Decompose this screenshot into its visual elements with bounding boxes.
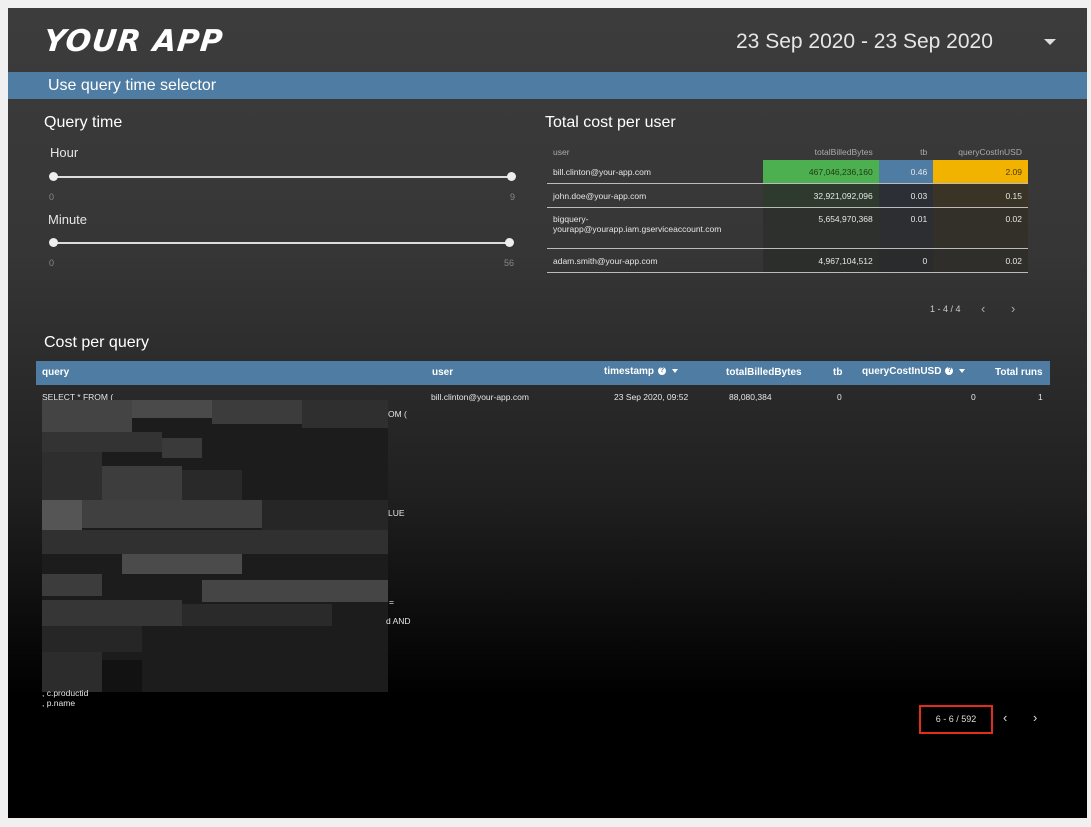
- redacted-query-block: [42, 400, 388, 692]
- minute-slider-min-handle[interactable]: [49, 238, 58, 247]
- dashboard-frame: YOUR APP 23 Sep 2020 - 23 Sep 2020 Use q…: [8, 8, 1087, 818]
- sort-desc-icon[interactable]: [959, 369, 966, 374]
- table-row[interactable]: adam.smith@your-app.com 4,967,104,512 0 …: [547, 248, 1028, 273]
- hour-slider-track[interactable]: [53, 176, 512, 178]
- cost-cell: 0: [971, 392, 976, 402]
- chevron-down-icon[interactable]: [1044, 39, 1056, 45]
- user-cell: bigquery- yourapp@yourapp.iam.gserviceac…: [547, 207, 763, 249]
- user-cell: bill.clinton@your-app.com: [547, 160, 763, 184]
- column-header-total-runs[interactable]: Total runs: [995, 367, 1043, 378]
- date-range-selector[interactable]: 23 Sep 2020 - 23 Sep 2020: [736, 30, 993, 54]
- minute-label: Minute: [48, 212, 88, 227]
- column-header-user[interactable]: user: [432, 367, 453, 378]
- cost-per-user-table: user totalBilledBytes tb queryCostInUSD …: [547, 144, 1028, 273]
- query-text-fragment: OM (: [388, 409, 407, 419]
- query-time-title: Query time: [44, 114, 123, 131]
- query-text-fragment: LUE: [388, 508, 405, 518]
- tb-cell: 0: [837, 392, 842, 402]
- cost-cell: 2.09: [933, 160, 1028, 184]
- column-header-query-cost[interactable]: queryCostInUSD: [933, 144, 1028, 160]
- bytes-cell: 4,967,104,512: [762, 248, 879, 273]
- cost-per-query-title: Cost per query: [44, 334, 149, 351]
- column-header-user[interactable]: user: [547, 144, 763, 160]
- tb-cell: 0: [878, 248, 934, 273]
- minute-slider-max-handle[interactable]: [505, 238, 514, 247]
- chevron-left-icon[interactable]: ‹: [981, 301, 985, 316]
- query-text-line: , c.productid: [42, 688, 89, 698]
- user-cell-line-2: yourapp@yourapp.iam.gserviceaccount.com: [553, 224, 722, 234]
- total-runs-cell: 1: [1038, 392, 1043, 402]
- cost-cell: 0.15: [933, 183, 1028, 208]
- tb-cell: 0.46: [878, 160, 934, 184]
- cost-cell: 0.02: [933, 248, 1028, 273]
- column-header-tb[interactable]: tb: [879, 144, 933, 160]
- bytes-cell: 467,046,236,160: [762, 160, 879, 184]
- hour-max-value: 9: [510, 192, 516, 202]
- hour-label: Hour: [50, 145, 79, 160]
- query-text-line: , p.name: [42, 698, 76, 708]
- column-header-tb[interactable]: tb: [833, 367, 842, 378]
- user-cell: john.doe@your-app.com: [547, 183, 763, 208]
- cost-cell: 0.02: [933, 207, 1028, 249]
- cost-per-query-header: query user timestamp? totalBilledBytes t…: [36, 361, 1050, 385]
- column-header-query-cost[interactable]: queryCostInUSD?: [862, 366, 966, 377]
- column-header-total-billed-bytes[interactable]: totalBilledBytes: [726, 367, 802, 378]
- table-row[interactable]: john.doe@your-app.com 32,921,092,096 0.0…: [547, 183, 1028, 208]
- user-cell: bill.clinton@your-app.com: [431, 392, 529, 402]
- info-icon[interactable]: ?: [945, 367, 954, 376]
- bytes-cell: 32,921,092,096: [762, 183, 879, 208]
- bytes-cell: 5,654,970,368: [762, 207, 879, 249]
- hour-slider-max-handle[interactable]: [507, 172, 516, 181]
- chevron-right-icon[interactable]: ›: [1033, 710, 1037, 725]
- cost-per-query-pager: 6 - 6 / 592: [919, 705, 993, 734]
- tb-cell: 0.03: [878, 183, 934, 208]
- column-header-query[interactable]: query: [42, 367, 69, 378]
- chevron-left-icon[interactable]: ‹: [1003, 710, 1007, 725]
- query-text-fragment: =: [389, 597, 394, 607]
- app-logo: YOUR APP: [42, 24, 226, 59]
- column-header-timestamp-label: timestamp: [604, 366, 655, 377]
- column-header-total-billed-bytes[interactable]: totalBilledBytes: [763, 144, 879, 160]
- column-header-timestamp[interactable]: timestamp?: [604, 366, 679, 377]
- query-text-fragment: d AND: [386, 616, 411, 626]
- hour-slider-min-handle[interactable]: [49, 172, 58, 181]
- table-row[interactable]: bill.clinton@your-app.com 467,046,236,16…: [547, 160, 1028, 184]
- timestamp-cell: 23 Sep 2020, 09:52: [614, 392, 689, 402]
- column-header-query-cost-label: queryCostInUSD: [862, 366, 942, 377]
- user-cell: adam.smith@your-app.com: [547, 248, 763, 273]
- minute-min-value: 0: [49, 258, 55, 268]
- user-cell-line-1: bigquery-: [553, 214, 589, 224]
- query-time-banner: Use query time selector: [8, 72, 1087, 99]
- hour-min-value: 0: [49, 192, 55, 202]
- cost-per-user-title: Total cost per user: [545, 114, 676, 131]
- banner-text: Use query time selector: [48, 77, 217, 94]
- chevron-right-icon[interactable]: ›: [1011, 301, 1015, 316]
- minute-max-value: 56: [504, 258, 515, 268]
- bytes-cell: 88,080,384: [729, 392, 772, 402]
- tb-cell: 0.01: [878, 207, 934, 249]
- info-icon[interactable]: ?: [658, 367, 667, 376]
- cost-per-user-pager: 1 - 4 / 4: [930, 304, 961, 314]
- minute-slider-track[interactable]: [53, 242, 512, 244]
- sort-desc-icon[interactable]: [672, 369, 679, 374]
- table-row[interactable]: bigquery- yourapp@yourapp.iam.gserviceac…: [547, 207, 1028, 249]
